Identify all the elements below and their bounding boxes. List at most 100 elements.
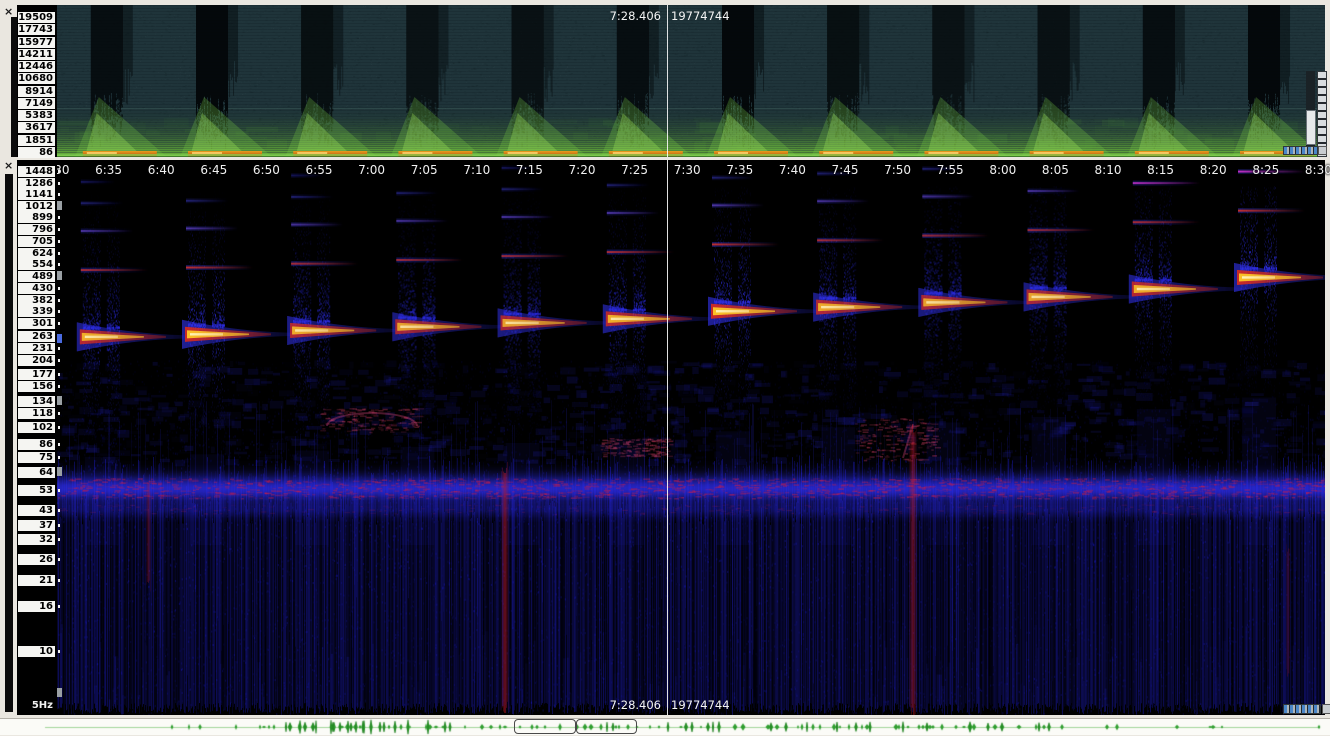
scale-slider-handle[interactable]: [57, 467, 62, 476]
scale-slider-handle[interactable]: [57, 396, 62, 405]
close-icon[interactable]: ×: [4, 7, 13, 17]
time-tick-label: 8:30: [1305, 163, 1330, 177]
freq-tick-label[interactable]: 1012: [18, 201, 55, 212]
freq-tick-label[interactable]: 231: [18, 343, 55, 354]
scale-tick-mark: [58, 322, 60, 325]
freq-tick-label[interactable]: 554: [18, 259, 55, 270]
spectrogram-canvas-high[interactable]: [57, 5, 1325, 157]
scale-slider-handle[interactable]: [57, 688, 62, 697]
freq-tick-label[interactable]: 263: [18, 331, 55, 342]
time-tick-label: 8:15: [1147, 163, 1174, 177]
time-tick-label: 7:20: [569, 163, 596, 177]
freq-tick-label[interactable]: 1448: [18, 166, 55, 177]
freq-tick-label[interactable]: 5383: [18, 110, 55, 121]
freq-tick-label[interactable]: 339: [18, 306, 55, 317]
freq-tick-label[interactable]: 705: [18, 236, 55, 247]
time-tick-label: 6:40: [148, 163, 175, 177]
scale-slider-handle[interactable]: [57, 271, 62, 280]
freq-tick-label[interactable]: 3617: [18, 122, 55, 133]
freq-tick-label[interactable]: 177: [18, 369, 55, 380]
freq-tick-label[interactable]: 14211: [18, 49, 55, 60]
freq-tick-label[interactable]: 16: [18, 601, 55, 612]
freq-tick-label[interactable]: 10: [18, 646, 55, 657]
freq-tick-label[interactable]: 32: [18, 534, 55, 545]
scale-tick-mark: [58, 193, 60, 196]
time-tick-label: 8:00: [989, 163, 1016, 177]
time-tick-label: 7:45: [832, 163, 859, 177]
time-tick-label: 7:15: [516, 163, 543, 177]
scale-tick-mark: [58, 605, 60, 608]
scale-slider-handle[interactable]: [57, 201, 62, 210]
time-tick-label: 6:55: [306, 163, 333, 177]
freq-tick-label[interactable]: 64: [18, 467, 55, 478]
time-tick-label: 6:50: [253, 163, 280, 177]
freq-tick-label[interactable]: 75: [18, 452, 55, 463]
freq-tick-label[interactable]: 15977: [18, 37, 55, 48]
scale-tick-mark: [58, 373, 60, 376]
time-tick-label: 7:25: [621, 163, 648, 177]
freq-tick-label[interactable]: 86: [18, 147, 55, 158]
scale-tick-mark: [58, 579, 60, 582]
selection-box-right[interactable]: [576, 719, 637, 734]
cursor-time-label: 7:28.406: [610, 9, 661, 23]
cursor-sample-label: 19774744: [671, 698, 730, 712]
freq-tick-label[interactable]: 37: [18, 520, 55, 531]
freq-tick-label[interactable]: 1851: [18, 135, 55, 146]
freq-tick-label[interactable]: 12446: [18, 61, 55, 72]
spectrogram-canvas-low[interactable]: [57, 160, 1325, 715]
scale-tick-mark: [58, 299, 60, 302]
scale-tick-mark: [58, 385, 60, 388]
scale-tick-mark: [58, 426, 60, 429]
scale-tick-mark: [58, 228, 60, 231]
waveform-canvas[interactable]: [0, 719, 1330, 735]
vertical-scrollbar-thumb[interactable]: [1306, 110, 1316, 145]
segment-endcap-button[interactable]: [1318, 146, 1327, 155]
freq-tick-label[interactable]: 301: [18, 318, 55, 329]
scrollbar-trough[interactable]: [5, 174, 13, 712]
freq-tick-label[interactable]: 86: [18, 439, 55, 450]
freq-tick-label[interactable]: 489: [18, 271, 55, 282]
scale-tick-mark: [58, 489, 60, 492]
overview-waveform-strip: [0, 718, 1330, 735]
scale-tick-mark: [58, 310, 60, 313]
scale-tick-mark: [58, 443, 60, 446]
segment-endcap-button[interactable]: [1322, 704, 1330, 714]
freq-tick-label[interactable]: 53: [18, 485, 55, 496]
zoom-segment-control[interactable]: [1317, 71, 1327, 157]
horizontal-segment-control[interactable]: [1283, 146, 1318, 155]
freq-tick-label[interactable]: 102: [18, 422, 55, 433]
freq-tick-label[interactable]: 8914: [18, 86, 55, 97]
freq-tick-label[interactable]: 26: [18, 554, 55, 565]
freq-tick-label[interactable]: 134: [18, 396, 55, 407]
time-tick-label: 7:55: [937, 163, 964, 177]
freq-tick-label[interactable]: 624: [18, 248, 55, 259]
freq-tick-label[interactable]: 1141: [18, 189, 55, 200]
freq-tick-label[interactable]: 156: [18, 381, 55, 392]
freq-tick-label[interactable]: 1286: [18, 178, 55, 189]
freq-tick-label[interactable]: 21: [18, 575, 55, 586]
scale-tick-mark: [58, 240, 60, 243]
freq-floor-label: 5Hz: [18, 700, 55, 711]
scale-tick-mark: [58, 524, 60, 527]
freq-tick-label[interactable]: 43: [18, 505, 55, 516]
time-tick-label: 7:10: [463, 163, 490, 177]
time-tick-label: 6:35: [95, 163, 122, 177]
time-tick-label: 7:40: [779, 163, 806, 177]
freq-tick-label[interactable]: 19509: [18, 12, 55, 23]
freq-tick-label[interactable]: 118: [18, 408, 55, 419]
time-tick-label: 8:05: [1042, 163, 1069, 177]
scale-slider-handle[interactable]: [57, 334, 62, 343]
cursor-sample-label: 19774744: [671, 9, 730, 23]
close-icon[interactable]: ×: [4, 161, 13, 171]
horizontal-segment-control[interactable]: [1283, 704, 1321, 714]
selection-box-left[interactable]: [514, 719, 576, 734]
freq-tick-label[interactable]: 899: [18, 212, 55, 223]
freq-tick-label[interactable]: 382: [18, 295, 55, 306]
freq-tick-label[interactable]: 204: [18, 355, 55, 366]
freq-tick-label[interactable]: 7149: [18, 98, 55, 109]
freq-tick-label[interactable]: 796: [18, 224, 55, 235]
freq-tick-label[interactable]: 10680: [18, 73, 55, 84]
freq-tick-label[interactable]: 17743: [18, 24, 55, 35]
scale-tick-mark: [58, 412, 60, 415]
freq-tick-label[interactable]: 430: [18, 283, 55, 294]
